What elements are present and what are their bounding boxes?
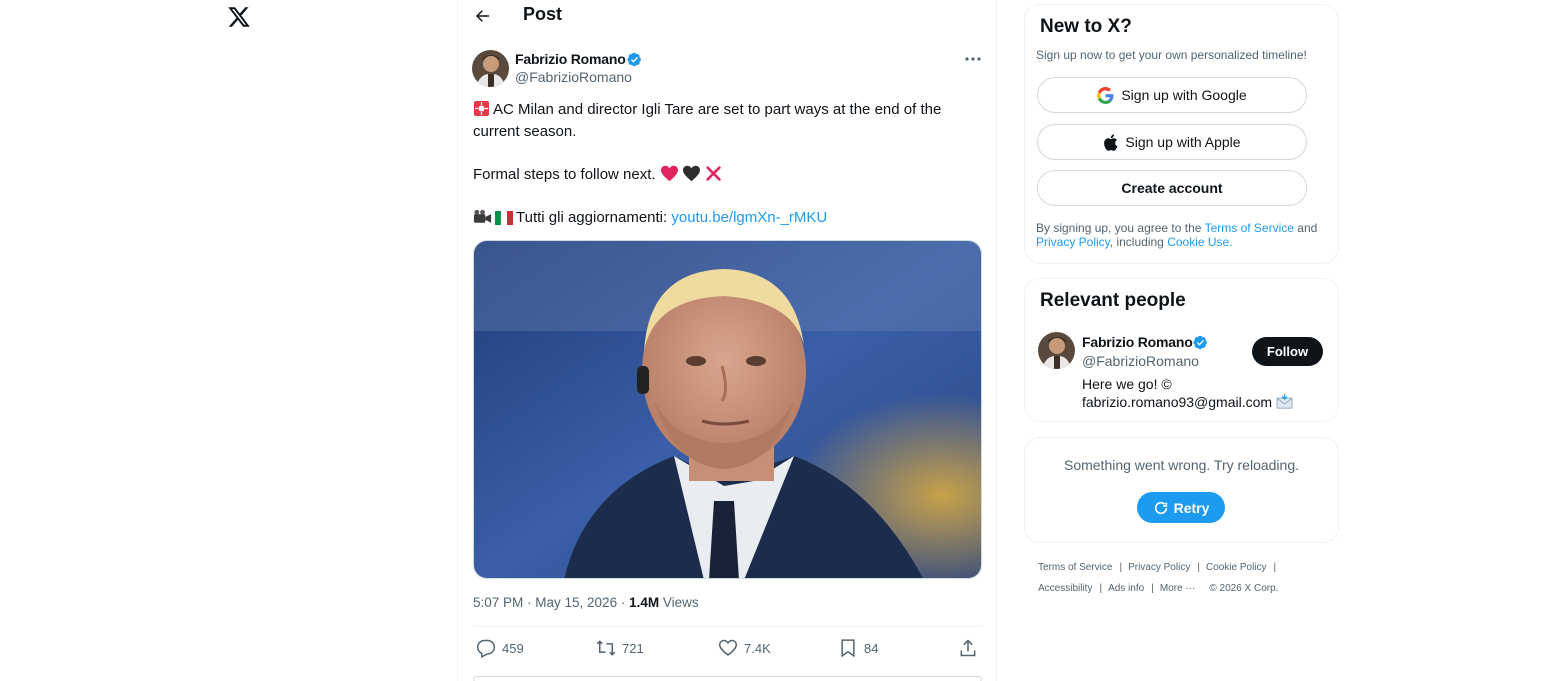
tweet-line-1: AC Milan and director Igli Tare are set … [493, 101, 942, 118]
privacy-link[interactable]: Privacy Policy [1036, 235, 1110, 249]
share-icon [960, 639, 976, 657]
author-handle[interactable]: @FabrizioRomano [515, 69, 632, 85]
bookmark-count: 84 [864, 640, 879, 656]
footer-links-row-2: Accessibility | Ads info | More ··· © 2026 X … [1038, 583, 1279, 594]
divider [473, 626, 982, 627]
signup-card: New to X? Sign up now to get your own pe… [1024, 4, 1339, 264]
x-logo-icon[interactable] [227, 4, 251, 30]
bio-line-2: fabrizio.romano93@gmail.com [1082, 393, 1293, 411]
like-button[interactable]: 7.4K [718, 638, 771, 658]
relevant-title: Relevant people [1040, 290, 1186, 311]
signup-apple-label: Sign up with Apple [1125, 134, 1241, 150]
retry-label: Retry [1173, 499, 1210, 516]
tweet-line-2: current season. [473, 123, 577, 140]
tweet-text-line: Formal steps to follow next. [473, 164, 726, 185]
legal-prefix: By signing up, you agree to the [1036, 221, 1202, 235]
retry-button[interactable]: Retry [1137, 492, 1225, 523]
reply-icon [476, 639, 496, 658]
cross-mark-icon [706, 166, 721, 181]
legal-including: , including [1109, 235, 1164, 249]
footer-cookie[interactable]: Cookie Policy [1206, 562, 1267, 573]
footer-terms[interactable]: Terms of Service [1038, 562, 1112, 573]
tweet-line-3: Formal steps to follow next. [473, 166, 656, 183]
apple-logo-icon [1104, 133, 1118, 151]
tweet-line-4: Tutti gli aggiornamenti: [516, 209, 668, 226]
more-dots-icon[interactable] [963, 51, 983, 67]
footer-ads[interactable]: Ads info [1108, 583, 1144, 594]
footer-accessibility[interactable]: Accessibility [1038, 583, 1092, 594]
reply-count: 459 [502, 640, 524, 656]
siren-emoji-icon [474, 101, 489, 116]
signup-google-button[interactable]: Sign up with Google [1037, 77, 1307, 113]
author-avatar[interactable] [472, 50, 509, 87]
envelope-icon [1276, 394, 1293, 409]
share-button[interactable] [958, 638, 978, 658]
terms-link[interactable]: Terms of Service [1205, 221, 1294, 235]
post-column: Post Fabrizio Romano @FabrizioRomano AC … [457, 0, 997, 681]
verified-badge-icon [627, 52, 641, 67]
relevant-bio: Here we go! © fabrizio.romano93@gmail.co… [1082, 375, 1293, 411]
author-name[interactable]: Fabrizio Romano [515, 51, 626, 67]
signup-subtitle: Sign up now to get your own personalized… [1036, 48, 1307, 62]
reply-box-edge [473, 676, 982, 681]
views-label: Views [662, 595, 699, 610]
views-count: 1.4M [629, 595, 660, 610]
refresh-icon [1154, 501, 1167, 514]
footer-copyright: © 2026 X Corp. [1209, 583, 1279, 594]
legal-and: and [1297, 221, 1318, 235]
red-heart-icon [660, 165, 678, 182]
relevant-handle[interactable]: @FabrizioRomano [1082, 353, 1199, 369]
italy-flag-icon [495, 211, 513, 225]
reply-button[interactable]: 459 [476, 638, 524, 658]
follow-button[interactable]: Follow [1252, 337, 1323, 366]
signup-google-label: Sign up with Google [1121, 87, 1247, 103]
bio-line-1: Here we go! © [1082, 376, 1172, 392]
google-logo-icon [1097, 86, 1114, 104]
create-account-label: Create account [1121, 180, 1223, 196]
create-account-button[interactable]: Create account [1037, 170, 1307, 206]
like-icon [718, 639, 738, 657]
page-title: Post [523, 4, 563, 24]
post-metadata: 5:07 PM · May 15, 2026 · 1.4M Views [473, 595, 699, 610]
tweet-text-line: Tutti gli aggiornamenti: youtu.be/lgmXn-… [473, 207, 827, 228]
signup-apple-button[interactable]: Sign up with Apple [1037, 124, 1307, 160]
signup-legal-text: By signing up, you agree to the Terms of… [1036, 221, 1326, 249]
camera-emoji-icon [473, 209, 492, 223]
tweet-text-line: AC Milan and director Igli Tare are set … [473, 99, 941, 120]
verified-badge-icon [1193, 335, 1207, 350]
bookmark-button[interactable]: 84 [838, 638, 878, 658]
black-heart-icon [682, 165, 700, 182]
footer-privacy[interactable]: Privacy Policy [1128, 562, 1190, 573]
bio-email: fabrizio.romano93@gmail.com [1082, 394, 1273, 410]
repost-icon [596, 640, 616, 656]
back-arrow-icon[interactable] [474, 6, 492, 26]
error-card [1024, 437, 1339, 543]
post-image[interactable] [473, 240, 982, 579]
repost-count: 721 [622, 640, 644, 656]
like-count: 7.4K [744, 640, 771, 656]
footer-links-row-1: Terms of Service | Privacy Policy | Cookie P… [1038, 562, 1277, 573]
tweet-link[interactable]: youtu.be/lgmXn-_rMKU [671, 209, 827, 226]
signup-title: New to X? [1040, 16, 1132, 37]
bookmark-icon [841, 639, 855, 658]
relevant-avatar[interactable] [1038, 332, 1075, 369]
repost-button[interactable]: 721 [596, 638, 644, 658]
post-time[interactable]: 5:07 PM · May 15, 2026 · [473, 595, 625, 610]
post-header: Post [458, 0, 998, 34]
footer-more[interactable]: More ··· [1160, 583, 1196, 594]
error-message: Something went wrong. Try reloading. [1063, 457, 1299, 473]
cookie-link[interactable]: Cookie Use. [1167, 235, 1232, 249]
relevant-name[interactable]: Fabrizio Romano [1082, 334, 1193, 350]
